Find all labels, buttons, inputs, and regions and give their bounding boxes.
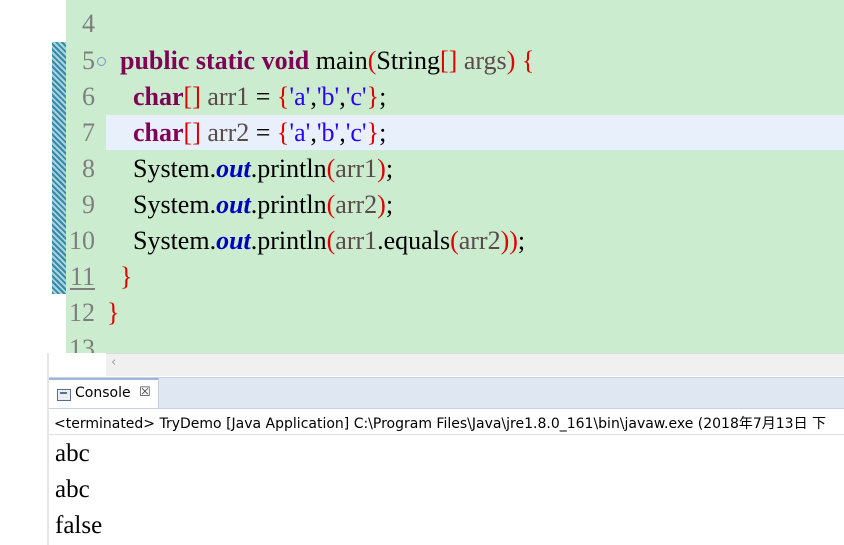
char-literal: 'c'	[345, 82, 367, 111]
static-field: out	[216, 190, 251, 219]
method-call: .println	[250, 190, 327, 219]
code-line-8[interactable]: 8 System.out.println(arr1);	[0, 151, 844, 187]
method-name: main	[309, 46, 368, 75]
semicolon: ;	[517, 226, 526, 255]
tab-console[interactable]: Console ☒	[49, 378, 159, 408]
code-text: }	[107, 259, 132, 295]
class-ref: System.	[133, 190, 217, 219]
console-output-line: false	[55, 512, 103, 539]
brace: {	[515, 46, 535, 75]
line-number: 13	[69, 334, 95, 353]
console-status: <terminated> TryDemo [Java Application] …	[54, 416, 827, 432]
code-text: System.out.println(arr1);	[107, 151, 393, 187]
console-output-line: abc	[55, 476, 90, 503]
semicolon: ;	[385, 190, 394, 219]
console-divider	[49, 434, 844, 435]
char-literal: 'c'	[345, 118, 367, 147]
line-number: 6	[82, 82, 95, 111]
code-editor[interactable]: 4 5 public static void main(String[] arg…	[0, 0, 844, 353]
array-brackets: []	[183, 118, 201, 147]
method-call: .equals	[377, 226, 451, 255]
static-field: out	[216, 154, 251, 183]
line-number: 8	[82, 154, 95, 183]
semicolon: ;	[379, 82, 387, 111]
char-literal: 'b'	[316, 82, 340, 111]
line-number: 7	[82, 118, 95, 147]
code-line-7[interactable]: 7 char[] arr2 = {'a','b','c'};	[0, 115, 844, 151]
paren: (	[326, 154, 336, 183]
array-brackets: []	[440, 46, 458, 75]
paren: )	[377, 190, 386, 219]
console-tab-label: Console	[75, 385, 131, 401]
line-number: 10	[69, 226, 95, 255]
code-line-5[interactable]: 5 public static void main(String[] args)…	[0, 43, 844, 79]
console-output-line: abc	[55, 440, 90, 467]
line-number: 5	[82, 46, 95, 75]
line-number: 9	[82, 190, 95, 219]
keyword: char	[133, 118, 184, 147]
console-icon	[57, 389, 71, 401]
keyword: public static void	[120, 46, 310, 75]
brace: }	[107, 298, 120, 327]
code-line-6[interactable]: 6 char[] arr1 = {'a','b','c'};	[0, 79, 844, 115]
argument: arr2	[458, 226, 501, 255]
class-ref: System.	[133, 226, 217, 255]
static-field: out	[216, 226, 251, 255]
char-literal: 'a'	[289, 118, 311, 147]
horizontal-scrollbar[interactable]: ‹	[106, 353, 844, 376]
brace: {	[276, 118, 290, 147]
code-text: System.out.println(arr1.equals(arr2));	[107, 223, 525, 259]
line-number: 4	[82, 9, 95, 38]
code-text: System.out.println(arr2);	[107, 187, 393, 223]
code-line-12[interactable]: 12 }	[0, 295, 844, 331]
keyword: char	[133, 82, 184, 111]
operator: =	[249, 118, 277, 147]
scroll-left-icon[interactable]: ‹	[111, 355, 116, 370]
paren: (	[326, 190, 336, 219]
paren: (	[326, 226, 336, 255]
semicolon: ;	[385, 154, 394, 183]
code-text: public static void main(String[] args) {	[107, 43, 534, 79]
variable: arr2	[200, 118, 250, 147]
char-literal: 'b'	[316, 118, 340, 147]
class-ref: System.	[133, 154, 217, 183]
code-line-9[interactable]: 9 System.out.println(arr2);	[0, 187, 844, 223]
line-number: 12	[69, 298, 95, 327]
paren: (	[450, 226, 459, 255]
method-call: .println	[250, 226, 327, 255]
paren: ))	[500, 226, 518, 255]
brace: }	[366, 82, 380, 111]
fold-toggle-icon[interactable]	[97, 57, 106, 66]
variable: arr1	[200, 82, 250, 111]
line-number: 11	[69, 262, 95, 291]
code-line-11[interactable]: 11 }	[0, 259, 844, 295]
argument: arr1	[335, 226, 378, 255]
console-view-header: Console ☒	[49, 377, 844, 409]
code-text: char[] arr2 = {'a','b','c'};	[107, 115, 386, 151]
code-line-13[interactable]: 13	[0, 331, 844, 353]
method-call: .println	[250, 154, 327, 183]
code-text: char[] arr1 = {'a','b','c'};	[107, 79, 386, 115]
argument: arr1	[335, 154, 378, 183]
paren: )	[377, 154, 386, 183]
close-icon[interactable]: ☒	[139, 385, 151, 400]
code-text: }	[107, 295, 119, 331]
operator: =	[249, 82, 277, 111]
param-name: args	[457, 46, 507, 75]
array-brackets: []	[183, 82, 201, 111]
brace: }	[120, 262, 133, 291]
argument: arr2	[335, 190, 378, 219]
char-literal: 'a'	[289, 82, 311, 111]
code-line-4[interactable]: 4	[0, 6, 844, 42]
code-line-10[interactable]: 10 System.out.println(arr1.equals(arr2))…	[0, 223, 844, 259]
type-name: String	[376, 46, 440, 75]
brace: }	[366, 118, 380, 147]
semicolon: ;	[379, 118, 387, 147]
brace: {	[276, 82, 290, 111]
